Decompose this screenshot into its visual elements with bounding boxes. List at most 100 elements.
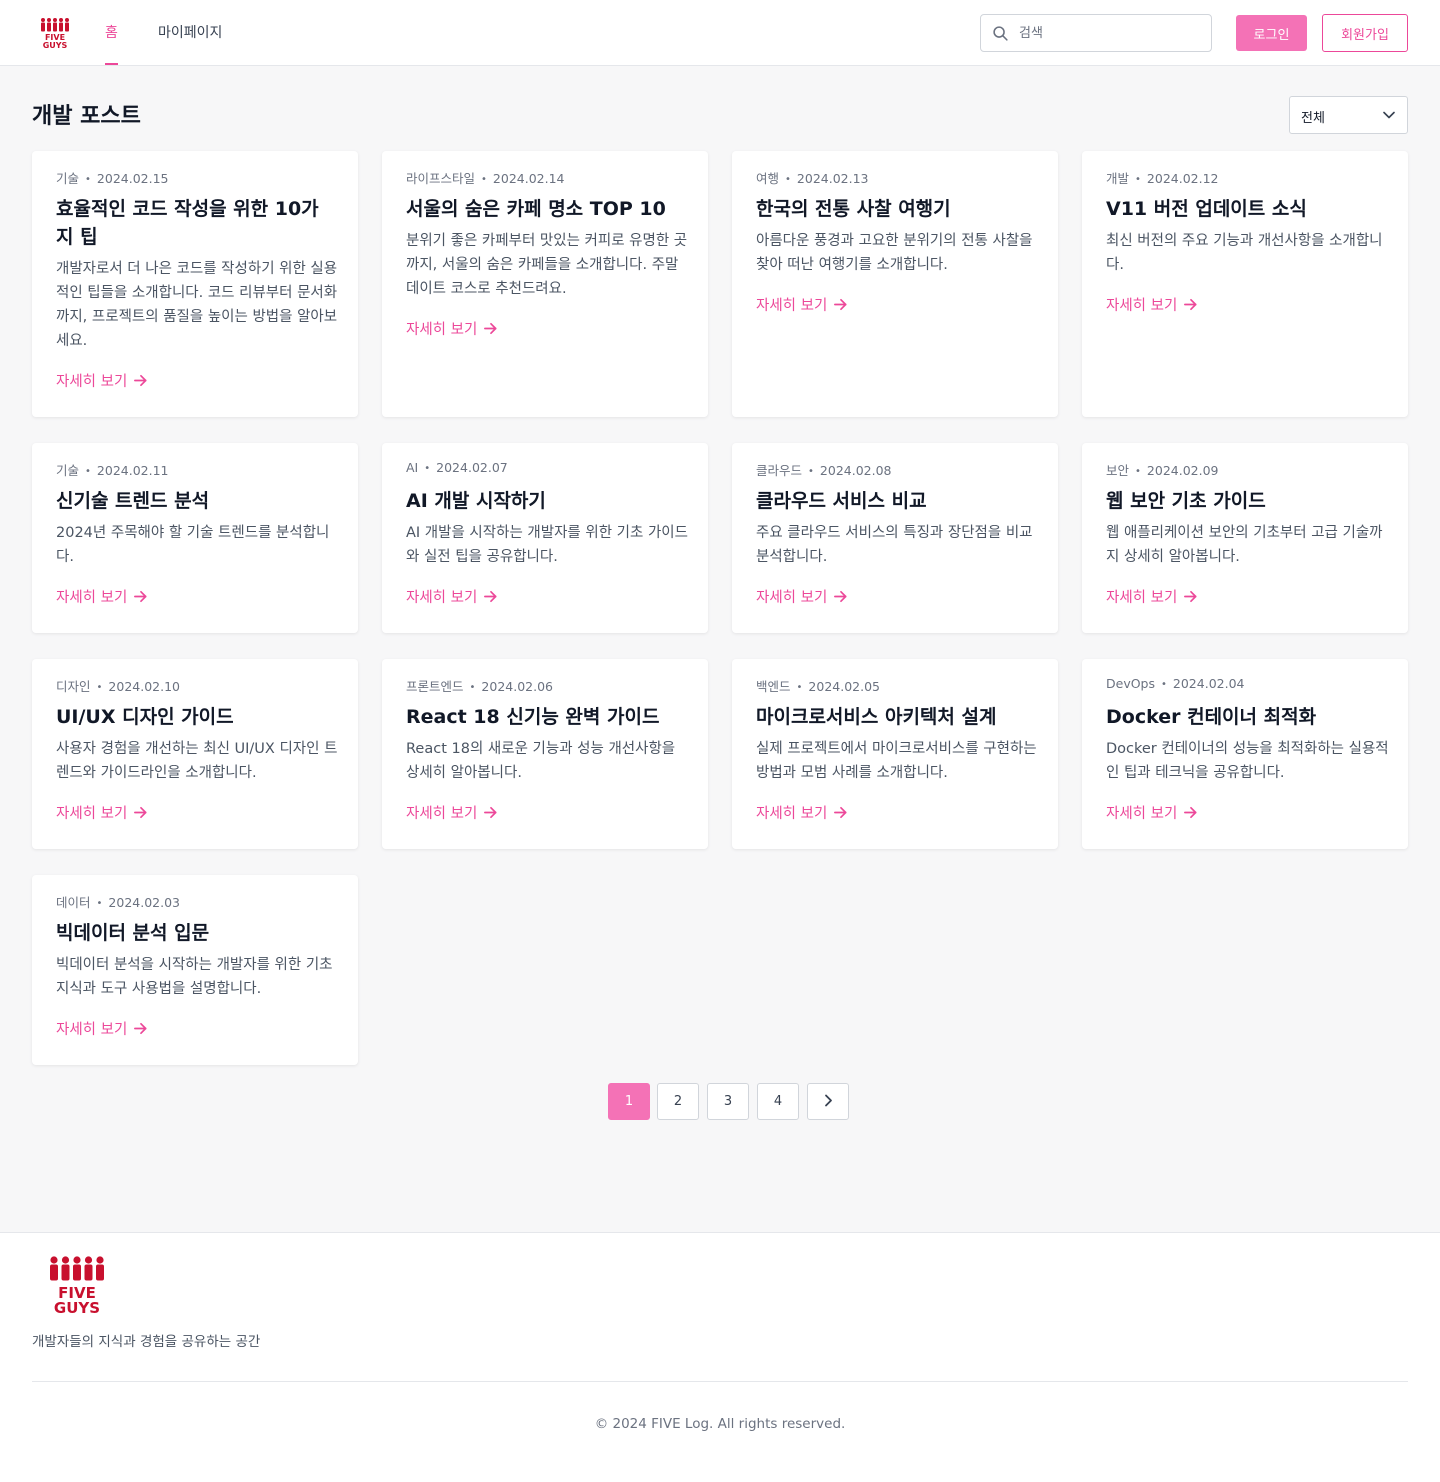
post-category: 클라우드 — [756, 463, 803, 478]
post-card[interactable]: 보안 • 2024.02.09 웹 보안 기초 가이드 웹 애플리케이션 보안의 기… — [1082, 443, 1408, 633]
meta-separator: • — [481, 174, 487, 185]
read-more-link[interactable]: 자세히 보기 — [1106, 586, 1198, 607]
post-date: 2024.02.08 — [819, 463, 892, 478]
post-title[interactable]: 빅데이터 분석 입문 — [56, 919, 336, 947]
page-button-3[interactable]: 3 — [707, 1083, 749, 1120]
post-title[interactable]: 마이크로서비스 아키텍처 설계 — [756, 703, 1036, 731]
page-button-2[interactable]: 2 — [657, 1083, 699, 1120]
post-date: 2024.02.07 — [436, 460, 508, 475]
post-category: 기술 — [56, 463, 80, 478]
top-header: FIVE GUYS 홈 마이페이지 로그인 회원가입 — [0, 0, 1440, 66]
post-category: 라이프스타일 — [406, 171, 476, 186]
read-more-label: 자세히 보기 — [56, 374, 128, 390]
post-date: 2024.02.13 — [796, 171, 869, 186]
post-title[interactable]: UI/UX 디자인 가이드 — [56, 703, 336, 731]
post-meta: 클라우드 • 2024.02.08 — [756, 460, 892, 479]
post-card[interactable]: 여행 • 2024.02.13 한국의 전통 사찰 여행기 아름다운 풍경과 고요한… — [732, 151, 1058, 417]
arrow-right-icon — [834, 298, 847, 311]
meta-separator: • — [96, 898, 103, 909]
post-title[interactable]: 한국의 전통 사찰 여행기 — [756, 195, 1036, 223]
post-card[interactable]: 기술 • 2024.02.15 효율적인 코드 작성을 위한 10가지 팁 개발자로… — [32, 151, 358, 417]
tab-mypage[interactable]: 마이페이지 — [158, 0, 222, 65]
post-meta: 디자인 • 2024.02.10 — [56, 676, 180, 695]
signup-button[interactable]: 회원가입 — [1322, 14, 1408, 52]
arrow-right-icon — [834, 806, 847, 819]
five-guys-logo[interactable]: FIVE GUYS — [40, 17, 70, 49]
logo-text-guys: GUYS — [43, 41, 68, 49]
search-icon — [993, 26, 1008, 41]
meta-separator: • — [85, 466, 91, 477]
post-excerpt: AI 개발을 시작하는 개발자를 위한 기초 가이드와 실전 팁을 공유합니다. — [406, 525, 688, 565]
post-meta: AI • 2024.02.07 — [406, 460, 508, 475]
read-more-label: 자세히 보기 — [406, 806, 478, 822]
next-page-button[interactable] — [807, 1083, 849, 1120]
post-card[interactable]: 기술 • 2024.02.11 신기술 트렌드 분석 2024년 주목해야 할 기술… — [32, 443, 358, 633]
post-card[interactable]: AI • 2024.02.07 AI 개발 시작하기 AI 개발을 시작하는 개발자… — [382, 443, 708, 633]
post-category: AI — [406, 460, 419, 475]
arrow-right-icon — [834, 590, 847, 603]
login-button[interactable]: 로그인 — [1236, 15, 1307, 51]
post-title[interactable]: AI 개발 시작하기 — [406, 487, 686, 515]
post-card[interactable]: 백엔드 • 2024.02.05 마이크로서비스 아키텍처 설계 실제 프로젝트에서… — [732, 659, 1058, 849]
post-excerpt: 주요 클라우드 서비스의 특징과 장단점을 비교 분석합니다. — [756, 525, 1033, 565]
arrow-right-icon — [134, 590, 147, 603]
read-more-link[interactable]: 자세히 보기 — [56, 370, 148, 391]
post-excerpt: 실제 프로젝트에서 마이크로서비스를 구현하는 방법과 모범 사례를 소개합니다… — [756, 741, 1037, 781]
post-meta: DevOps • 2024.02.04 — [1106, 676, 1244, 691]
arrow-right-icon — [1184, 590, 1197, 603]
page-button-4[interactable]: 4 — [757, 1083, 799, 1120]
post-title[interactable]: 클라우드 서비스 비교 — [756, 487, 1036, 515]
read-more-link[interactable]: 자세히 보기 — [756, 294, 848, 315]
read-more-label: 자세히 보기 — [406, 590, 478, 606]
meta-separator: • — [469, 682, 476, 693]
read-more-link[interactable]: 자세히 보기 — [1106, 802, 1198, 823]
post-card[interactable]: 개발 • 2024.02.12 V11 버전 업데이트 소식 최신 버전의 주요 기… — [1082, 151, 1408, 417]
post-card[interactable]: 라이프스타일 • 2024.02.14 서울의 숨은 카페 명소 TOP 10 분위… — [382, 151, 708, 417]
tab-home[interactable]: 홈 — [105, 0, 118, 65]
post-excerpt: 아름다운 풍경과 고요한 분위기의 전통 사찰을 찾아 떠난 여행기를 소개합니… — [756, 233, 1033, 273]
read-more-link[interactable]: 자세히 보기 — [756, 802, 848, 823]
chevron-right-icon — [824, 1094, 832, 1107]
post-excerpt: 빅데이터 분석을 시작하는 개발자를 위한 기초 지식과 도구 사용법을 설명합… — [56, 957, 333, 997]
post-meta: 개발 • 2024.02.12 — [1106, 168, 1219, 187]
post-excerpt: 웹 애플리케이션 보안의 기초부터 고급 기술까지 상세히 알아봅니다. — [1106, 525, 1383, 565]
arrow-right-icon — [134, 374, 147, 387]
post-card[interactable]: 프론트엔드 • 2024.02.06 React 18 신기능 완벽 가이드 Rea… — [382, 659, 708, 849]
search-input[interactable] — [1019, 15, 1205, 51]
post-title[interactable]: 웹 보안 기초 가이드 — [1106, 487, 1386, 515]
post-title[interactable]: Docker 컨테이너 최적화 — [1106, 703, 1386, 731]
post-date: 2024.02.04 — [1172, 676, 1245, 691]
read-more-label: 자세히 보기 — [56, 806, 128, 822]
post-title[interactable]: V11 버전 업데이트 소식 — [1106, 195, 1386, 223]
post-date: 2024.02.12 — [1146, 171, 1219, 186]
post-title[interactable]: 서울의 숨은 카페 명소 TOP 10 — [406, 195, 686, 223]
read-more-link[interactable]: 자세히 보기 — [406, 586, 498, 607]
post-category: 데이터 — [56, 895, 91, 910]
post-title[interactable]: React 18 신기능 완벽 가이드 — [406, 703, 686, 731]
post-card[interactable]: DevOps • 2024.02.04 Docker 컨테이너 최적화 Docker… — [1082, 659, 1408, 849]
post-meta: 라이프스타일 • 2024.02.14 — [406, 168, 565, 187]
read-more-link[interactable]: 자세히 보기 — [756, 586, 848, 607]
post-card[interactable]: 디자인 • 2024.02.10 UI/UX 디자인 가이드 사용자 경험을 개선하… — [32, 659, 358, 849]
post-title[interactable]: 효율적인 코드 작성을 위한 10가지 팁 — [56, 195, 336, 251]
category-filter-select[interactable]: 전체 — [1289, 96, 1408, 134]
meta-separator: • — [85, 174, 91, 185]
read-more-link[interactable]: 자세히 보기 — [406, 802, 498, 823]
post-meta: 백엔드 • 2024.02.05 — [756, 676, 880, 695]
post-card[interactable]: 클라우드 • 2024.02.08 클라우드 서비스 비교 주요 클라우드 서비스의… — [732, 443, 1058, 633]
read-more-link[interactable]: 자세히 보기 — [56, 1018, 148, 1039]
post-category: DevOps — [1106, 676, 1155, 691]
read-more-label: 자세히 보기 — [756, 590, 828, 606]
footer-tagline: 개발자들의 지식과 경험을 공유하는 공간 — [32, 1334, 261, 1350]
footer-divider — [32, 1381, 1408, 1382]
read-more-link[interactable]: 자세히 보기 — [1106, 294, 1198, 315]
page-button-1[interactable]: 1 — [608, 1083, 650, 1120]
post-meta: 프론트엔드 • 2024.02.06 — [406, 676, 553, 695]
post-title[interactable]: 신기술 트렌드 분석 — [56, 487, 336, 515]
search-box — [980, 14, 1212, 52]
post-card[interactable]: 데이터 • 2024.02.03 빅데이터 분석 입문 빅데이터 분석을 시작하는 … — [32, 875, 358, 1065]
read-more-link[interactable]: 자세히 보기 — [406, 318, 498, 339]
post-excerpt: React 18의 새로운 기능과 성능 개선사항을 상세히 알아봅니다. — [406, 741, 676, 781]
read-more-link[interactable]: 자세히 보기 — [56, 586, 148, 607]
read-more-link[interactable]: 자세히 보기 — [56, 802, 148, 823]
